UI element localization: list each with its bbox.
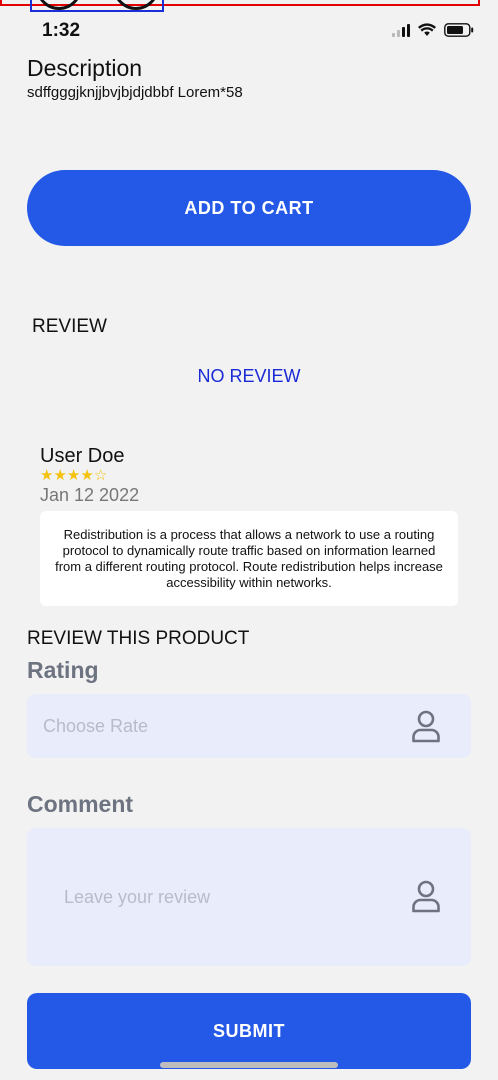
rating-field[interactable]: Choose Rate [27,694,471,758]
review-text: Redistribution is a process that allows … [55,527,443,590]
add-to-cart-button[interactable]: ADD TO CART [27,170,471,246]
comment-label: Comment [27,791,134,817]
star-empty-icon: ☆ [93,467,108,484]
review-stars: ★ ★ ★ ★ ☆ [40,467,107,484]
star-filled-icon: ★ [53,467,67,484]
add-to-cart-label: ADD TO CART [184,197,314,218]
review-user-name: User Doe [40,445,125,467]
review-heading: REVIEW [32,316,107,337]
comment-placeholder: Leave your review [64,887,211,907]
signal-icon [392,24,410,37]
debug-overlay-blue [30,0,164,12]
battery-icon [444,23,474,37]
user-icon [412,880,440,913]
description-text: sdffgggjknjjbvjbjdjdbbf Lorem*58 [27,84,243,101]
status-time: 1:32 [42,20,81,41]
submit-label: SUBMIT [213,1020,285,1041]
status-bar: 1:32 [0,14,498,48]
star-filled-icon: ★ [80,467,94,484]
rating-label: Rating [27,657,99,683]
rating-placeholder: Choose Rate [43,716,149,736]
submit-button[interactable]: SUBMIT [27,993,471,1069]
user-icon [412,710,440,743]
review-card: Redistribution is a process that allows … [40,511,458,606]
star-filled-icon: ★ [66,467,81,484]
review-product-heading: REVIEW THIS PRODUCT [27,628,250,649]
no-review-text: NO REVIEW [197,366,301,386]
wifi-icon [418,23,436,36]
review-date: Jan 12 2022 [40,485,140,505]
description-title: Description [27,55,143,81]
comment-field[interactable]: Leave your review [27,828,471,966]
star-filled-icon: ★ [40,467,54,484]
status-icons [392,23,474,37]
home-indicator [160,1062,338,1068]
